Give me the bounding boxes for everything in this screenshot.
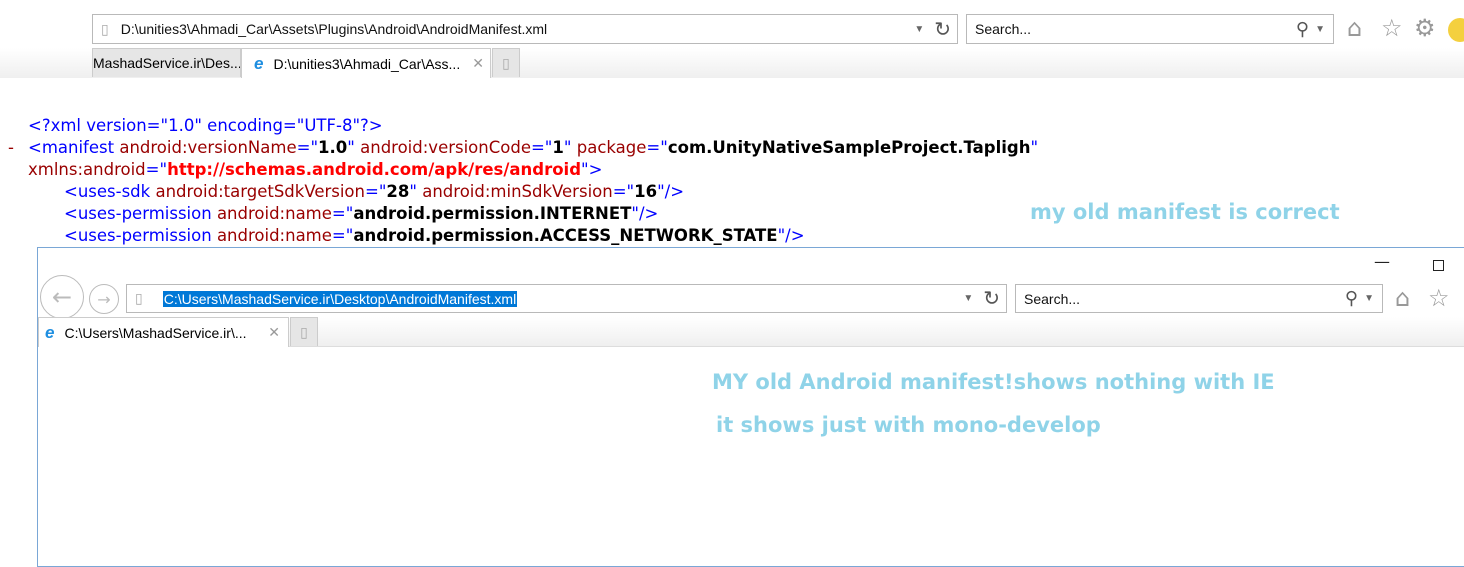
xml-uses-sdk: <uses-sdk android:targetSdkVersion="28" … [64,182,685,201]
star-icon[interactable]: ☆ [1428,286,1450,310]
ie-icon: e [45,322,55,342]
top-browser-window: ▯ D:\unities3\Ahmadi_Car\Assets\Plugins\… [0,0,1464,90]
search-box[interactable]: Search... ⚲ ▼ [1015,284,1383,313]
page-icon: ▯ [135,290,143,306]
close-tab-icon[interactable]: ✕ [472,55,484,72]
home-icon[interactable]: ⌂ [1347,16,1362,40]
back-button[interactable]: ← [40,275,84,319]
ie-icon: e [254,53,264,73]
xml-xmlns-line: xmlns:android="http://schemas.android.co… [28,160,603,179]
xml-permission: <uses-permission android:name="android.p… [64,204,659,223]
dropdown-icon[interactable]: ▼ [914,24,924,35]
new-tab-button[interactable]: ▯ [290,317,318,346]
dropdown-icon[interactable]: ▼ [1315,24,1325,35]
refresh-icon[interactable]: ↻ [983,286,1000,311]
bottom-browser-window: — ← → ▯ C:\Users\MashadService.ir\Deskto… [37,247,1464,567]
dropdown-icon[interactable]: ▼ [1364,293,1374,304]
xml-view: <?xml version="1.0" encoding="UTF-8"?> -… [8,115,1038,247]
tab-active[interactable]: e D:\unities3\Ahmadi_Car\Ass... ✕ [241,48,491,78]
gear-icon[interactable]: ⚙ [1414,16,1436,40]
smiley-icon[interactable] [1448,18,1464,42]
page-icon: ▯ [101,20,109,37]
close-tab-icon[interactable]: ✕ [268,324,280,341]
search-box[interactable]: Search... ⚲ ▼ [966,14,1334,44]
tab-active[interactable]: e C:\Users\MashadService.ir\... ✕ [38,317,289,347]
annotation-correct: my old manifest is correct [1030,200,1340,224]
tab-inactive[interactable]: MashadService.ir\Des... [92,48,241,77]
xml-declaration: <?xml version="1.0" encoding="UTF-8"?> [28,116,383,135]
annotation-nothing: MY old Android manifest!shows nothing wi… [712,370,1275,394]
forward-button[interactable]: → [89,284,119,314]
new-tab-button[interactable]: ▯ [492,48,520,77]
address-bar[interactable]: ▯ C:\Users\MashadService.ir\Desktop\Andr… [126,284,1007,313]
xml-manifest-line: - <manifest android:versionName="1.0" and… [8,137,1039,159]
dropdown-icon[interactable]: ▼ [963,293,973,304]
search-icon[interactable]: ⚲ [1345,288,1358,309]
address-bar[interactable]: ▯ D:\unities3\Ahmadi_Car\Assets\Plugins\… [92,14,958,44]
maximize-button[interactable] [1433,260,1444,271]
search-icon[interactable]: ⚲ [1296,19,1309,40]
minimize-button[interactable]: — [1374,252,1390,271]
collapse-toggle[interactable]: - [8,137,28,159]
refresh-icon[interactable]: ↻ [934,17,951,42]
xml-permission: <uses-permission android:name="android.p… [64,226,805,245]
star-icon[interactable]: ☆ [1381,16,1403,40]
annotation-mono: it shows just with mono-develop [716,413,1101,437]
home-icon[interactable]: ⌂ [1395,286,1410,310]
